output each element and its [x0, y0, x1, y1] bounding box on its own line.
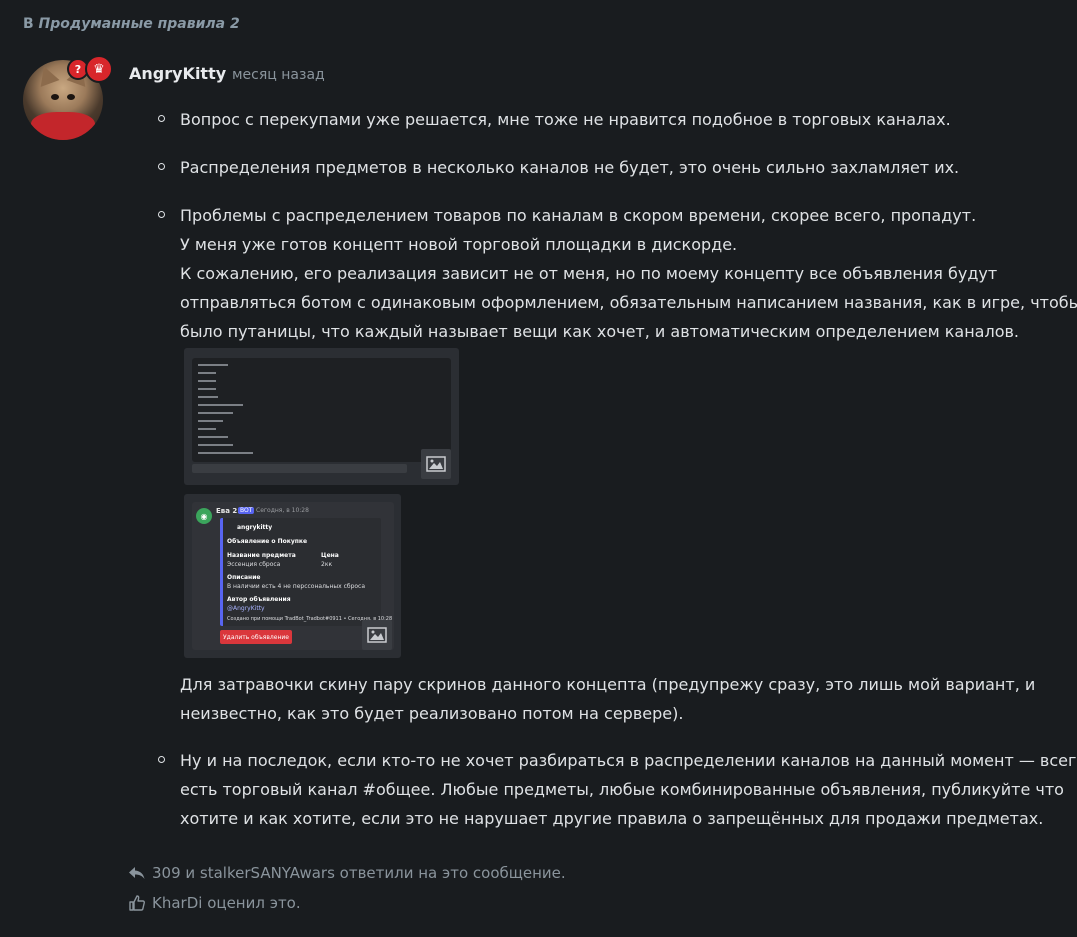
- text-line: хотите и как хотите, если это не нарушае…: [180, 809, 1044, 828]
- field-value: Эссенция сброса: [227, 561, 281, 568]
- likes-text[interactable]: KharDi оценил это.: [152, 894, 301, 912]
- breadcrumb-prefix: В: [23, 16, 34, 32]
- image-icon[interactable]: [421, 449, 451, 479]
- author-avatar[interactable]: ? ♛: [23, 55, 113, 140]
- text-line: было путаницы, что каждый называет вещи …: [180, 322, 1019, 341]
- field-name: Название предмета: [227, 552, 296, 559]
- bot-tag: BOT: [238, 507, 255, 514]
- likes-row[interactable]: KharDi оценил это.: [128, 888, 566, 918]
- image-icon[interactable]: [362, 620, 392, 650]
- text-line: Распределения предметов в несколько кана…: [180, 158, 960, 177]
- crown-icon: ♛: [85, 55, 113, 83]
- embed-card: angrykitty Объявление о Покупке Название…: [220, 518, 392, 626]
- text-line: Ну и на последок, если кто-то не хочет р…: [180, 751, 1077, 770]
- bullet-icon: [158, 115, 165, 122]
- field-name: Описание: [227, 574, 261, 581]
- text-line: неизвестно, как это будет реализовано по…: [180, 704, 684, 723]
- reply-icon: [129, 867, 145, 879]
- bullet-icon: [158, 211, 165, 218]
- bot-time: Сегодня, в 10:28: [256, 507, 309, 514]
- text-line: отправляться ботом с одинаковым оформлен…: [180, 293, 1077, 312]
- user-badges: ? ♛: [67, 55, 113, 83]
- field-name: Цена: [321, 552, 339, 559]
- bullet-icon: [158, 163, 165, 170]
- list-item: Вопрос с перекупами уже решается, мне то…: [158, 105, 1058, 134]
- post-body: Вопрос с перекупами уже решается, мне то…: [158, 105, 1077, 346]
- discord-icon: ◉: [196, 508, 212, 524]
- author-name[interactable]: AngryKitty: [129, 64, 226, 83]
- embed-author: angrykitty: [237, 524, 273, 531]
- list-item: Проблемы с распределением товаров по кан…: [158, 201, 1077, 346]
- screenshot-thumbnail-1[interactable]: [184, 348, 459, 485]
- field-name: Автор объявления: [227, 596, 291, 603]
- breadcrumb-thread-link[interactable]: Продуманные правила 2: [39, 16, 240, 32]
- thumbs-up-icon: [129, 895, 145, 911]
- list-item: Ну и на последок, если кто-то не хочет р…: [158, 746, 1077, 833]
- reactions-block: 309 и stalkerSANYAwars ответили на это с…: [128, 858, 566, 918]
- replies-row[interactable]: 309 и stalkerSANYAwars ответили на это с…: [128, 858, 566, 888]
- bullet-icon: [158, 756, 165, 763]
- text-line: Для затравочки скину пару скринов данног…: [180, 675, 1036, 694]
- post-time[interactable]: месяц назад: [232, 67, 325, 83]
- text-line: К сожалению, его реализация зависит не о…: [180, 264, 998, 283]
- replies-text[interactable]: 309 и stalkerSANYAwars ответили на это с…: [152, 864, 566, 882]
- field-value: 2кк: [321, 561, 333, 568]
- field-value: В наличии есть 4 не перссональных сброса: [227, 583, 366, 590]
- list-item: Распределения предметов в несколько кана…: [158, 153, 1058, 182]
- channel-list-preview: [192, 358, 451, 462]
- text-line: Проблемы с распределением товаров по кан…: [180, 206, 977, 225]
- embed-title: Объявление о Покупке: [227, 538, 308, 545]
- text-line: У меня уже готов концепт новой торговой …: [180, 235, 738, 254]
- screenshot-thumbnail-2[interactable]: ◉ Ева 2.0 BOT Сегодня, в 10:28 angrykitt…: [184, 494, 401, 658]
- delete-button: Удалить объявление: [220, 630, 292, 644]
- input-bar-preview: [192, 464, 407, 473]
- caption-text: Для затравочки скину пару скринов данног…: [180, 670, 1035, 728]
- text-line: есть торговый канал #общее. Любые предме…: [180, 780, 1064, 799]
- field-value: @AngryKitty: [227, 605, 265, 612]
- text-line: Вопрос с перекупами уже решается, мне то…: [180, 110, 951, 129]
- breadcrumb[interactable]: В Продуманные правила 2: [23, 16, 240, 32]
